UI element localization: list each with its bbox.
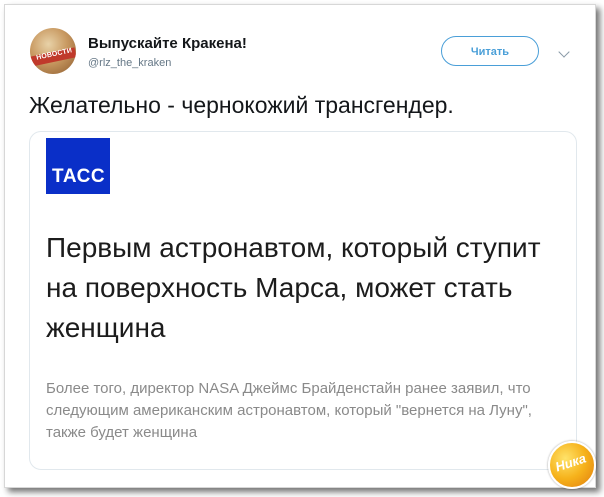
follow-button[interactable]: Читать <box>441 36 539 66</box>
user-handle[interactable]: @rlz_the_kraken <box>88 57 171 69</box>
tass-logo-text: ТАСС <box>52 166 106 187</box>
link-card[interactable]: ТАСС Первым астронавтом, который ступит … <box>29 131 577 470</box>
card-headline: Первым астронавтом, который ступит на по… <box>46 232 541 343</box>
watermark-logo: Ника <box>548 441 596 489</box>
tweet-text: Желательно - чернокожий трансгендер. <box>29 92 454 118</box>
display-name[interactable]: Выпускайте Кракена! <box>88 35 247 52</box>
card-lead-text: Более того, директор NASA Джеймс Брайден… <box>46 380 532 441</box>
watermark-text: Ника <box>553 450 588 475</box>
user-avatar[interactable]: НОВОСТИ <box>30 28 76 74</box>
tass-logo: ТАСС <box>46 138 110 194</box>
